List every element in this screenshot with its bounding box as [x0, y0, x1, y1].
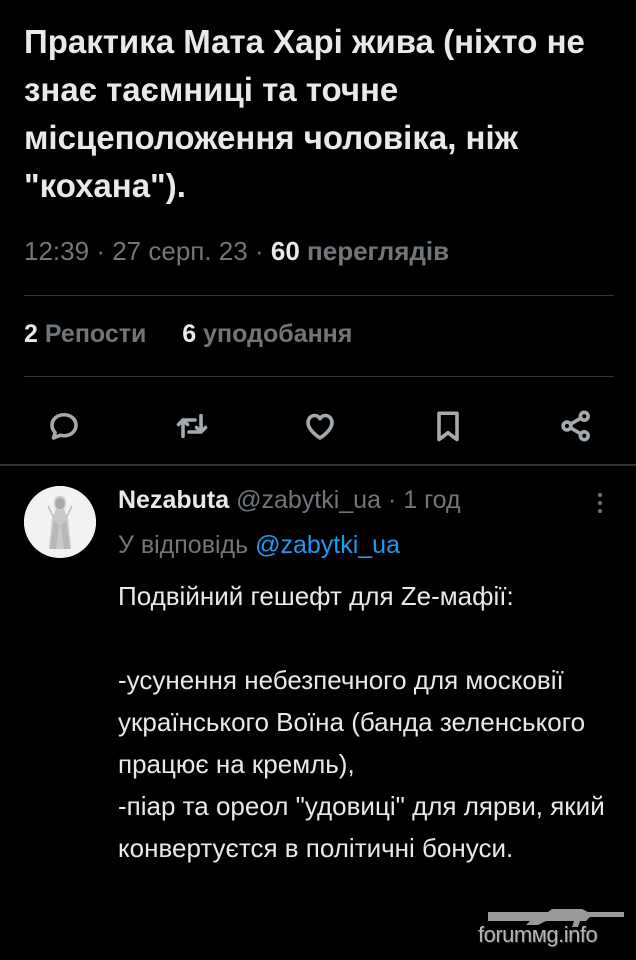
like-button[interactable]	[296, 402, 344, 450]
reply-line: -усунення небезпечного для московії укра…	[118, 665, 586, 779]
likes-label: уподобання	[203, 320, 353, 348]
reply-time[interactable]: 1 год	[403, 486, 460, 514]
bookmark-button[interactable]	[424, 402, 472, 450]
meta-separator: ·	[96, 236, 105, 266]
repost-button[interactable]	[168, 402, 216, 450]
divider	[24, 376, 614, 377]
views-label: переглядів	[307, 236, 450, 266]
like-icon	[306, 413, 334, 440]
reply-line: Подвійний гешефт для Ze-мафії:	[118, 581, 514, 611]
likes-link[interactable]: 6 уподобання	[182, 320, 352, 348]
share-button[interactable]	[552, 402, 600, 450]
more-options-icon[interactable]	[590, 488, 610, 518]
reply-author-handle[interactable]: @zabytki_ua	[236, 486, 381, 514]
divider	[24, 295, 614, 296]
reply-author-name[interactable]: Nezabuta	[118, 486, 229, 514]
likes-count: 6	[182, 320, 197, 348]
section-divider	[0, 464, 636, 466]
tweet-time[interactable]: 12:39	[24, 236, 89, 266]
repost-icon	[176, 413, 208, 439]
reply-line: -піар та ореол "удовиці" для лярви, який…	[118, 791, 605, 863]
reposts-label: Репости	[44, 320, 147, 348]
views-count: 60	[270, 236, 300, 266]
bookmark-icon	[437, 411, 459, 442]
share-icon	[561, 410, 590, 442]
avatar[interactable]	[24, 486, 96, 558]
tweet-text: Практика Мата Харі жива (ніхто не знає т…	[24, 23, 585, 204]
tweet-meta: 12:39 · 27 серп. 23 · 60 переглядів	[24, 236, 449, 267]
meta-separator: ·	[254, 236, 264, 266]
tweet-detail-screen: Практика Мата Харі жива (ніхто не знає т…	[0, 0, 636, 960]
reposts-link[interactable]: 2 Репости	[24, 320, 153, 348]
reposts-count: 2	[24, 320, 38, 348]
replying-to: У відповідь @zabytki_ua	[118, 531, 400, 560]
avatar-figure-icon	[24, 486, 96, 558]
reply-to-mention[interactable]: @zabytki_ua	[255, 531, 400, 559]
reply-header: Nezabuta @zabytki_ua · 1 год	[118, 486, 461, 515]
watermark: forumмg.info	[478, 922, 598, 947]
tweet-date[interactable]: 27 серп. 23	[112, 236, 248, 266]
header-separator: ·	[387, 486, 397, 514]
reply-icon	[50, 412, 78, 440]
reply-button[interactable]	[40, 402, 88, 450]
reply-text: Подвійний гешефт для Ze-мафії: -усунення…	[118, 575, 618, 869]
action-bar	[40, 400, 600, 452]
reply-to-prefix: У відповідь	[118, 531, 249, 559]
reply-blank-line	[118, 617, 618, 659]
engagement-stats: 2 Репости 6 уподобання	[24, 320, 352, 349]
